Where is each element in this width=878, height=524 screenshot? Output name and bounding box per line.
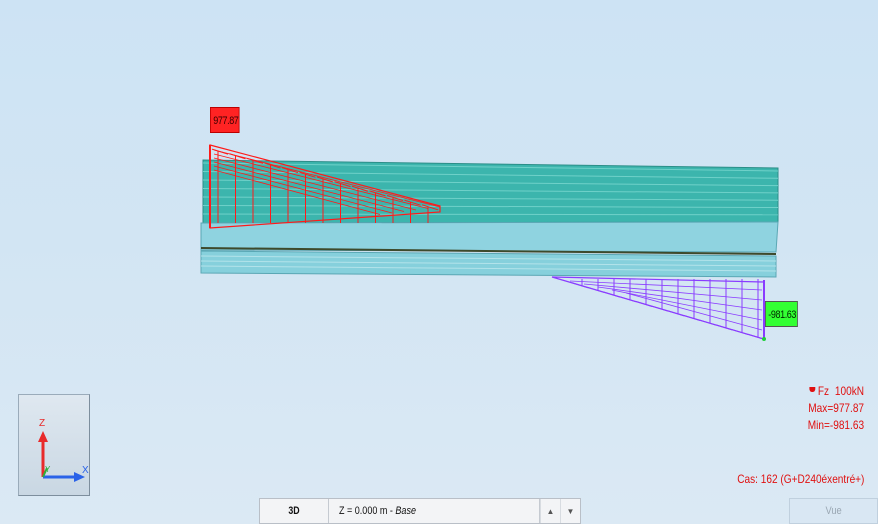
negative-diagram-hatch — [747, 333, 765, 340]
3d-viewport[interactable]: 977.87 -981.63 Fz 100kN Max=977.87 Min=-… — [0, 0, 878, 524]
negative-diagram-hatch — [603, 291, 621, 298]
min-point-marker — [762, 337, 766, 341]
min-value-label: -981.63 — [765, 301, 798, 327]
negative-diagram-hatch — [651, 305, 669, 312]
legend-scale: 100kN — [834, 384, 864, 398]
plane-value: Z = 0.000 m — [339, 505, 388, 517]
legend-component: Fz — [817, 384, 829, 398]
negative-diagram-hatch — [699, 319, 717, 326]
negative-diagram-hatch — [715, 324, 733, 331]
plane-name: Base — [395, 505, 416, 517]
structure-scene[interactable] — [0, 0, 878, 524]
negative-diagram-hatch — [571, 282, 589, 289]
legend-max: Max=977.87 — [808, 401, 864, 415]
negative-diagram-hatch — [667, 310, 685, 317]
beam-side-face — [200, 221, 779, 253]
negative-diagram-hatch — [683, 315, 701, 322]
x-axis-label: X — [82, 465, 89, 476]
negative-diagram-layer — [597, 286, 763, 311]
max-value-label: 977.87 — [210, 107, 240, 133]
plane-up-button[interactable]: ▲ — [540, 499, 560, 523]
view-button[interactable]: Vue — [789, 498, 878, 524]
negative-diagram-layer — [611, 289, 763, 321]
y-axis-label: Y — [45, 465, 51, 474]
axis-triad-icon: Z Y X — [38, 418, 89, 482]
axis-orientation-widget[interactable]: Z Y X — [18, 394, 90, 496]
z-axis-label: Z — [39, 418, 45, 429]
view-status-bar: 3D Z = 0.000 m - Base ▲ ▼ — [259, 498, 581, 524]
legend-component-row: Fz 100kN — [808, 383, 864, 400]
z-axis-arrow — [38, 431, 48, 442]
load-case-label: Cas: 162 (G+D240éxentré+) — [736, 472, 864, 486]
negative-diagram-hatch — [587, 286, 605, 293]
negative-diagram-hatch — [635, 301, 653, 307]
plane-down-button[interactable]: ▼ — [560, 499, 580, 523]
force-diagram-icon — [809, 387, 816, 392]
triangle-down-icon: ▼ — [566, 506, 575, 516]
result-legend: Fz 100kN Max=977.87 Min=-981.63 — [808, 383, 864, 434]
work-plane-select[interactable]: Z = 0.000 m - Base — [329, 499, 540, 523]
view-mode-button[interactable]: 3D — [260, 499, 329, 523]
plane-separator: - — [387, 505, 396, 517]
negative-diagram-hatch — [731, 329, 749, 336]
legend-min: Min=-981.63 — [807, 418, 864, 432]
triangle-up-icon: ▲ — [546, 506, 555, 516]
negative-diagram-hatch — [619, 296, 637, 303]
